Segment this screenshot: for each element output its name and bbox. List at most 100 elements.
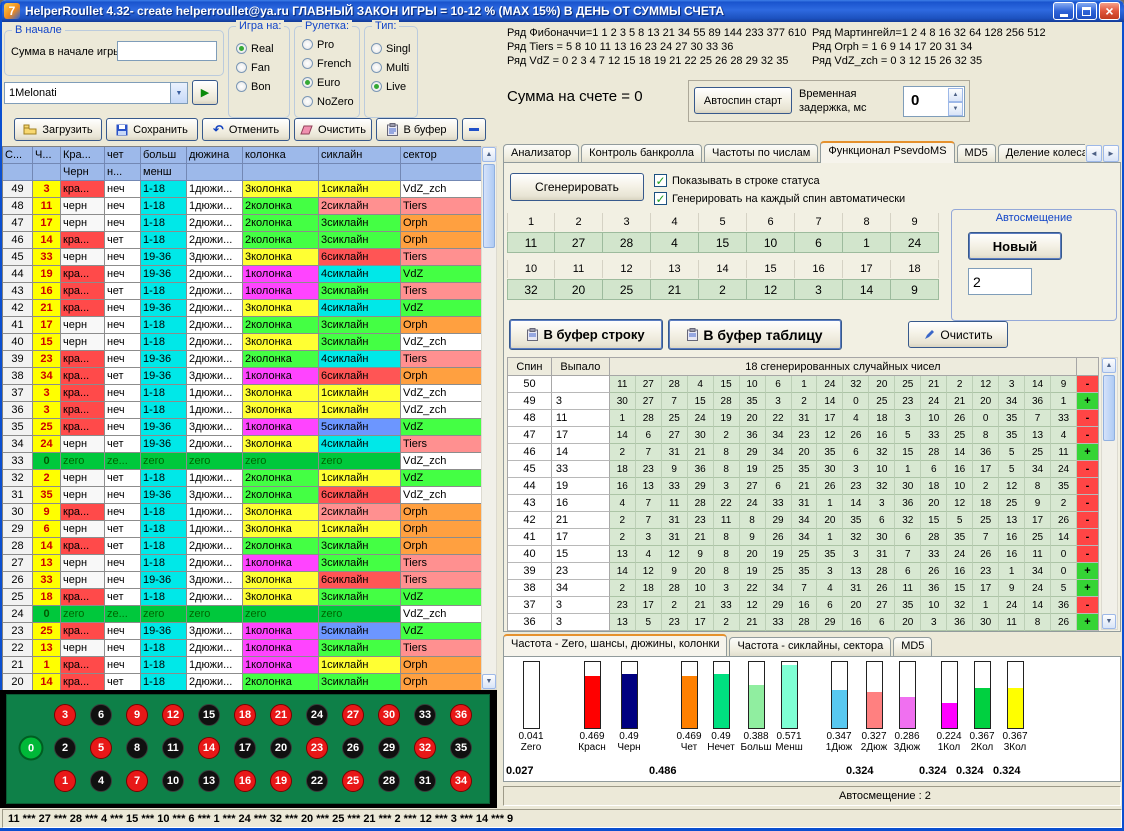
radio-nozero[interactable]: NoZero — [302, 92, 354, 111]
radio-singl[interactable]: Singl — [371, 39, 410, 58]
radio-dot-icon — [371, 81, 382, 92]
cell-sixline: 1сиклайн — [319, 385, 401, 402]
minimize-button[interactable] — [1053, 2, 1074, 20]
tab-3[interactable]: Частоты по числам — [704, 144, 818, 163]
cell-spin: 32 — [3, 470, 33, 487]
generated-table-scrollbar[interactable]: ▲ ▼ — [1101, 357, 1118, 630]
scroll-down-icon[interactable]: ▼ — [1102, 614, 1116, 629]
status-line-checkbox-label: Показывать в строке статуса — [672, 175, 820, 187]
gen-number-cell: 35 — [999, 410, 1025, 427]
scrollbar-thumb[interactable] — [483, 164, 495, 248]
radio-fan[interactable]: Fan — [236, 58, 274, 77]
status-line-checkbox-row[interactable]: ✓ Показывать в строке статуса — [654, 174, 820, 187]
close-button[interactable]: × — [1099, 2, 1120, 20]
checkbox-checked-icon[interactable]: ✓ — [654, 192, 667, 205]
gen-number-cell: 20 — [792, 444, 818, 461]
tab-scroll-right-icon[interactable]: ► — [1103, 145, 1119, 162]
radio-live[interactable]: Live — [371, 77, 410, 96]
load-button[interactable]: Загрузить — [14, 118, 102, 141]
spinner-down-icon[interactable]: ▼ — [948, 102, 963, 116]
gen-number-cell: 2 — [714, 427, 740, 444]
buffer-button-label: В буфер — [403, 124, 446, 136]
cell-sixline: zero — [319, 453, 401, 470]
tab-5[interactable]: MD5 — [957, 144, 996, 163]
cell-spin: 41 — [3, 317, 33, 334]
checkbox-checked-icon[interactable]: ✓ — [654, 174, 667, 187]
clear-gen-button[interactable]: Очистить — [908, 321, 1008, 348]
tab-2[interactable]: Контроль банкролла — [581, 144, 702, 163]
freq-tab-1[interactable]: Частота - Zero, шансы, дюжины, колонки — [503, 634, 727, 656]
delay-spinner[interactable]: 0 ▲ ▼ — [903, 86, 965, 117]
play-button[interactable]: ▶ — [192, 80, 218, 105]
gen-number-cell: 21 — [792, 478, 818, 495]
scroll-up-icon[interactable]: ▲ — [1102, 358, 1116, 373]
save-button[interactable]: Сохранить — [106, 118, 198, 141]
gen-number-cell: 14 — [843, 495, 869, 512]
cell-parity: чет — [105, 436, 141, 453]
gen-number-cell: 30 — [973, 614, 999, 631]
preset-select[interactable]: 1Melonati ▼ — [4, 82, 188, 104]
generate-button[interactable]: Сгенерировать — [510, 173, 644, 201]
tab-4[interactable]: Функционал PsevdoMS — [820, 141, 954, 163]
cell-column: 2колонка — [243, 215, 319, 232]
copy-row-button[interactable]: В буфер строку — [509, 319, 663, 350]
dropdown-arrow-icon[interactable]: ▼ — [170, 83, 187, 103]
tab-6[interactable]: Деление колеса на — [998, 144, 1085, 163]
radio-euro[interactable]: Euro — [302, 73, 354, 92]
autogenerate-checkbox-row[interactable]: ✓ Генерировать на каждый спин автоматиче… — [654, 192, 905, 205]
gen-sign-cell: - — [1077, 461, 1099, 478]
gen-sign-cell: + — [1077, 563, 1099, 580]
freq-tab-2[interactable]: Частота - сиклайны, сектора — [729, 637, 891, 656]
cell-sector: Tiers — [401, 283, 482, 300]
radio-real[interactable]: Real — [236, 39, 274, 58]
freq-bar-fill — [975, 688, 990, 728]
gen-number-cell: 17 — [636, 597, 662, 614]
tab-1[interactable]: Анализатор — [503, 144, 579, 163]
radio-french[interactable]: French — [302, 54, 354, 73]
new-offset-button[interactable]: Новый — [968, 232, 1062, 260]
freq-bar: 0.041Zero — [513, 661, 549, 753]
gen-number-cell: 14 — [1025, 597, 1051, 614]
autospin-button[interactable]: Автоспин старт — [694, 87, 792, 114]
scroll-down-icon[interactable]: ▼ — [482, 674, 496, 689]
offset-value-input[interactable] — [968, 268, 1032, 295]
delay-value: 0 — [911, 92, 919, 109]
clipboard-icon — [527, 328, 538, 341]
gen-number-cell: 23 — [636, 461, 662, 478]
radio-multi[interactable]: Multi — [371, 58, 410, 77]
gen-number-cell: 33 — [921, 546, 947, 563]
gen-number-cell: 15 — [921, 512, 947, 529]
gen-number-cell: 36 — [740, 427, 766, 444]
clear-button[interactable]: Очистить — [294, 118, 372, 141]
freq-bar-value: 0.224 — [931, 731, 967, 742]
buffer-button[interactable]: В буфер — [376, 118, 458, 141]
collapse-button[interactable] — [462, 118, 486, 141]
radio-pro[interactable]: Pro — [302, 35, 354, 54]
freq-tab-3[interactable]: MD5 — [893, 637, 932, 656]
cell-range: 1-18 — [141, 674, 187, 691]
scroll-up-icon[interactable]: ▲ — [482, 147, 496, 162]
tab-scroll-left-icon[interactable]: ◄ — [1086, 145, 1102, 162]
gen-spin-cell: 37 — [508, 597, 552, 614]
spinner-up-icon[interactable]: ▲ — [948, 88, 963, 102]
gen-number-cell: 11 — [1051, 444, 1077, 461]
gen-number-cell: 12 — [662, 546, 688, 563]
spins-table-scrollbar[interactable]: ▲ ▼ — [481, 146, 497, 690]
maximize-button[interactable] — [1076, 2, 1097, 20]
copy-table-button[interactable]: В буфер таблицу — [668, 319, 842, 350]
undo-button-label: Отменить — [229, 124, 279, 136]
cell-spin: 44 — [3, 266, 33, 283]
gen-number-cell: 28 — [792, 614, 818, 631]
scrollbar-thumb[interactable] — [1103, 375, 1115, 441]
cell-range: zero — [141, 606, 187, 623]
gen-vypalo-cell: 14 — [552, 444, 610, 461]
freq-bar-fill — [585, 676, 600, 728]
cell-sixline: 3сиклайн — [319, 215, 401, 232]
start-sum-input[interactable] — [117, 41, 217, 61]
gen-number-cell: 13 — [999, 512, 1025, 529]
undo-button[interactable]: ↶ Отменить — [202, 118, 290, 141]
cell-sector: Orph — [401, 657, 482, 674]
type-group-title: Тип: — [372, 20, 399, 32]
radio-bon[interactable]: Bon — [236, 77, 274, 96]
gen-number-cell: 3 — [714, 580, 740, 597]
